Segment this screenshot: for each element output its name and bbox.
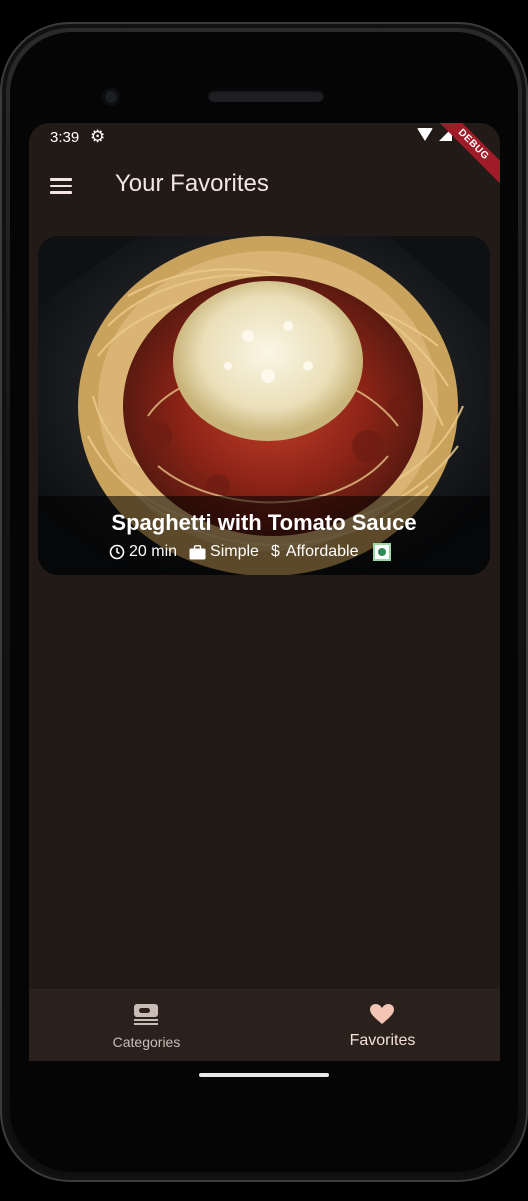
home-indicator[interactable] (199, 1073, 329, 1077)
status-bar: 3:39 ⚙ DEBUG (29, 123, 500, 190)
meal-title: Spaghetti with Tomato Sauce (111, 510, 417, 535)
earpiece-speaker (208, 90, 324, 102)
nav-item-categories[interactable]: Categories (29, 990, 264, 1061)
heart-icon (370, 1004, 394, 1024)
duration-label: 20 min (129, 543, 178, 560)
nav-item-favorites[interactable]: Favorites (265, 990, 500, 1061)
meal-duration: 20 min (109, 543, 177, 561)
app-bar: Your Favorites (29, 153, 500, 217)
menu-icon[interactable] (50, 178, 72, 194)
briefcase-icon (189, 544, 206, 559)
status-time: 3:39 (50, 129, 80, 146)
meal-complexity: Simple (189, 543, 259, 561)
meal-affordability: $ Affordable (271, 543, 359, 561)
veg-icon (372, 543, 391, 561)
card-caption-overlay: Spaghetti with Tomato Sauce 20 min Simpl… (38, 496, 490, 575)
bottom-navigation-bar: Categories Favorites (29, 989, 500, 1061)
page-title: Your Favorites (115, 170, 269, 197)
wifi-icon (417, 127, 433, 141)
settings-gear-icon: ⚙ (90, 127, 106, 146)
categories-icon (134, 1004, 158, 1025)
front-camera (102, 88, 120, 106)
affordability-label: Affordable (285, 543, 359, 560)
nav-label-categories: Categories (112, 1034, 181, 1050)
complexity-label: Simple (210, 543, 259, 560)
nav-label-favorites: Favorites (349, 1032, 416, 1049)
meal-card[interactable]: Spaghetti with Tomato Sauce 20 min Simpl… (38, 236, 490, 575)
meal-meta-row: 20 min Simple $ Affordable (109, 543, 391, 561)
clock-icon (109, 544, 125, 560)
dollar-icon: $ (270, 543, 280, 560)
app-screen: 3:39 ⚙ DEBUG Your Favorites Spaghetti wi… (29, 123, 500, 1061)
